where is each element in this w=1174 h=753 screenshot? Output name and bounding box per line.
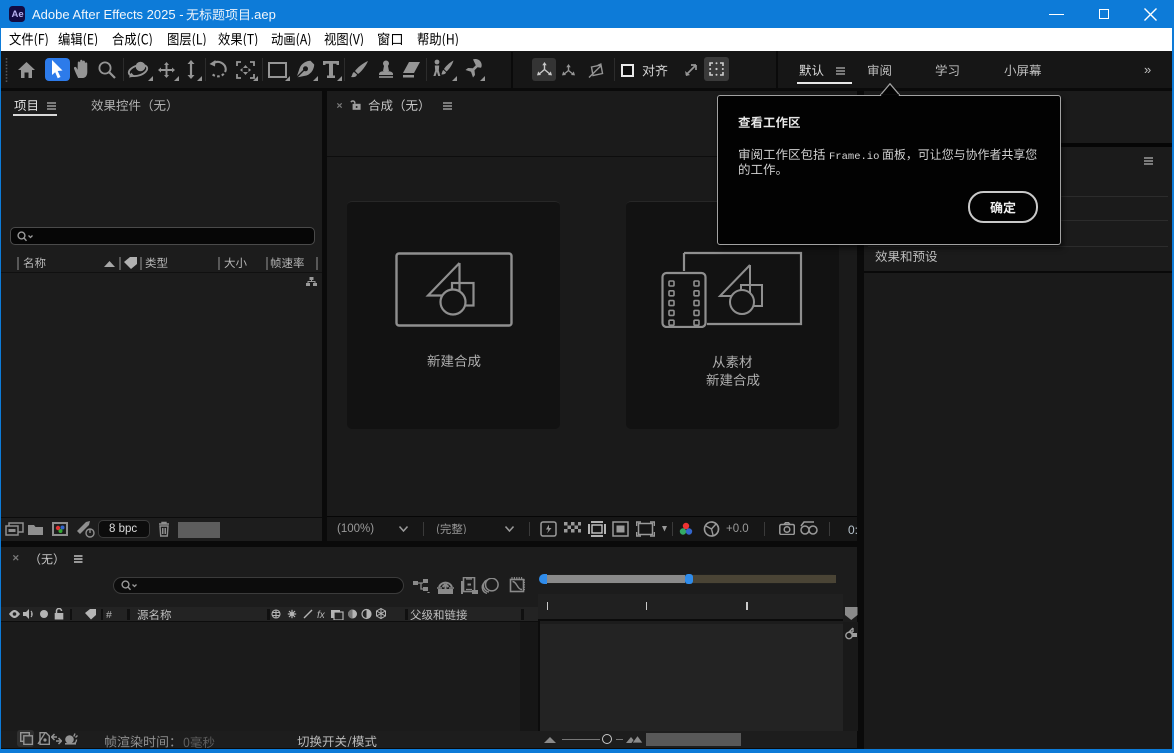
svg-text:fx: fx bbox=[317, 610, 326, 620]
